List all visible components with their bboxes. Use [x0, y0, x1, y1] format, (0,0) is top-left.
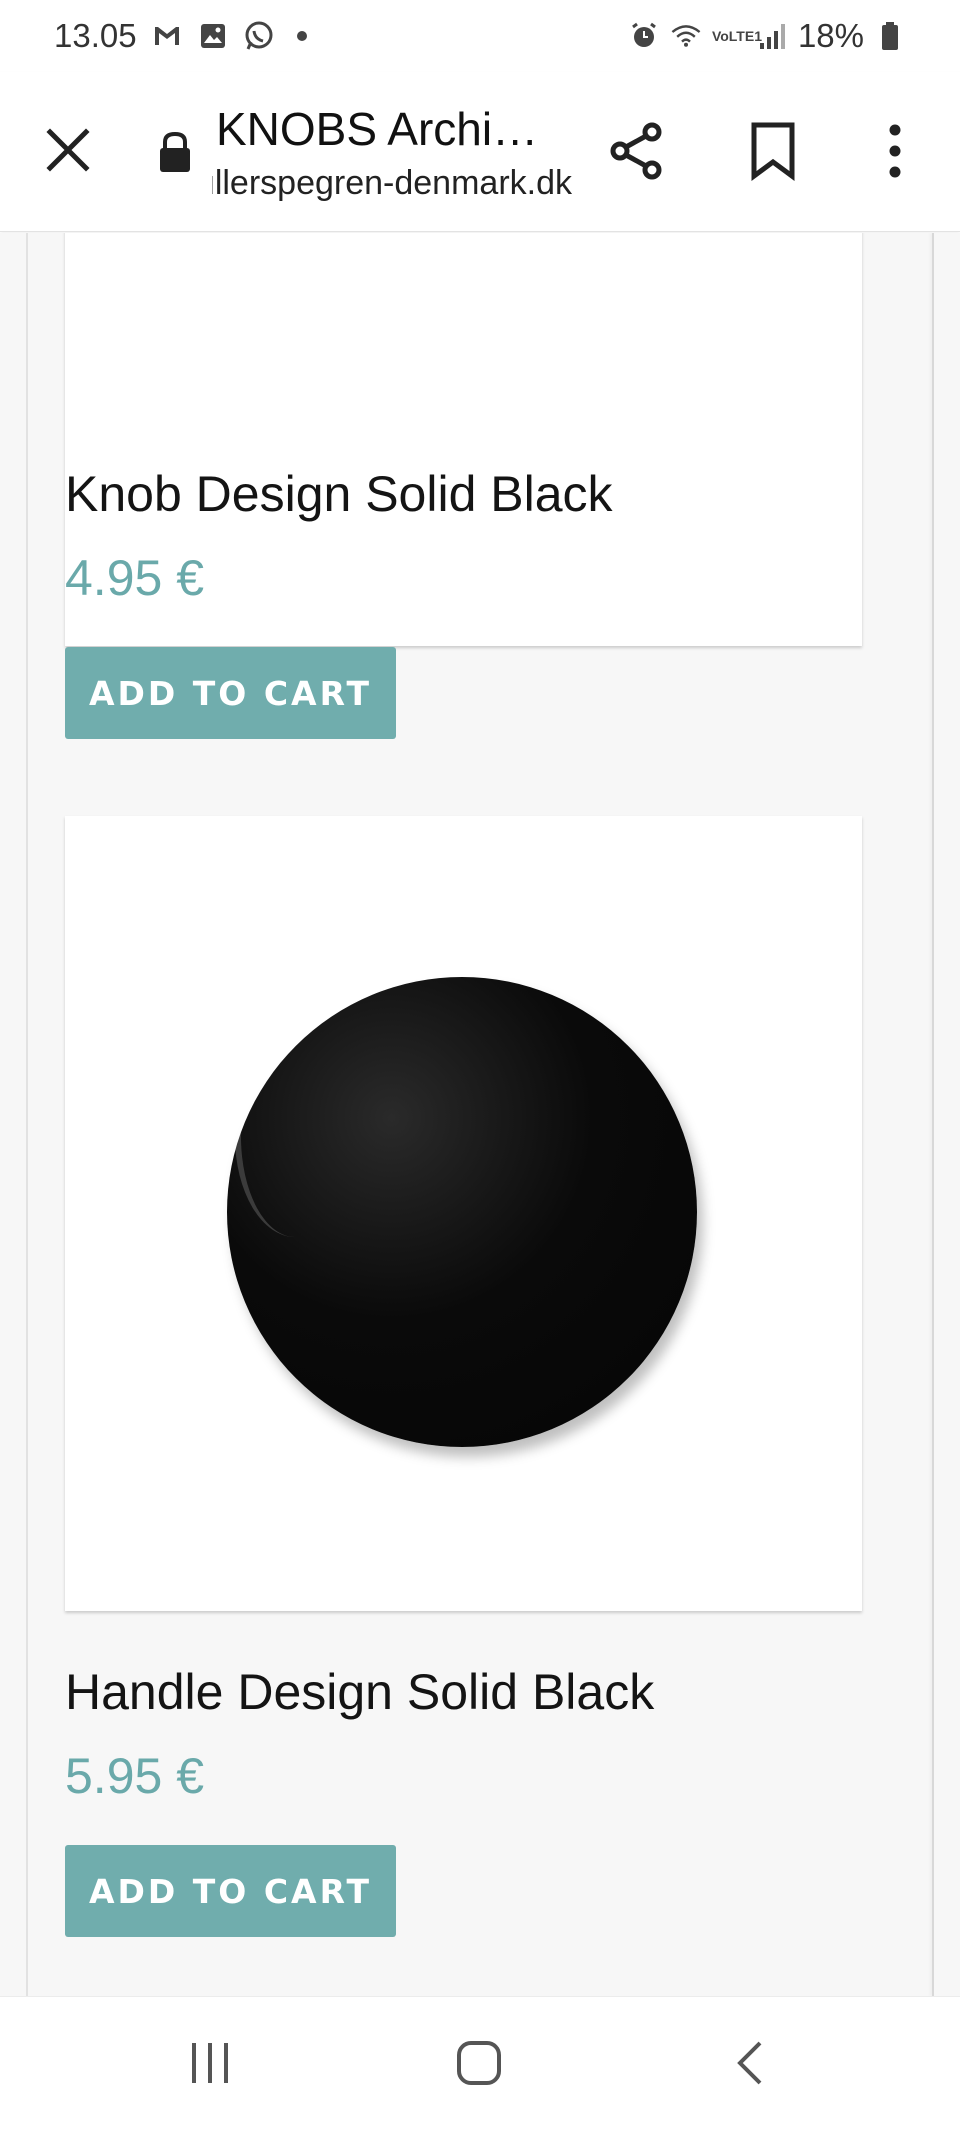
page-url[interactable]: mullerspegren-denmark.dk — [212, 164, 572, 203]
status-right: VoLTE1 18% — [628, 17, 906, 55]
network-label: VoLTE1 — [711, 28, 762, 44]
gmail-icon — [151, 20, 183, 52]
close-icon[interactable] — [40, 122, 96, 178]
more-icon[interactable] — [874, 120, 916, 182]
status-left: 13.05 — [54, 17, 307, 55]
system-nav-bar — [0, 1996, 960, 2133]
status-bar: 13.05 VoLTE1 18% — [0, 0, 960, 72]
page-edge-left — [0, 233, 28, 1996]
gallery-icon — [197, 20, 229, 52]
add-to-cart-button[interactable]: ADD TO CART — [65, 647, 396, 739]
page-title: KNOBS Archi… — [216, 103, 539, 155]
whatsapp-icon — [243, 20, 275, 52]
home-icon[interactable] — [455, 2039, 503, 2087]
status-time: 13.05 — [54, 17, 137, 54]
product-price: 5.95 € — [65, 1748, 205, 1804]
notification-dot-icon — [296, 31, 307, 41]
battery-icon — [874, 20, 906, 52]
battery-percent: 18% — [797, 17, 864, 54]
product-name[interactable]: Handle Design Solid Black — [65, 1663, 654, 1721]
lock-icon — [155, 130, 195, 174]
browser-toolbar: KNOBS Archi… mullerspegren-denmark.dk — [0, 72, 960, 232]
wifi-icon — [670, 20, 702, 52]
knob-highlight — [235, 1037, 355, 1237]
black-knob-image — [227, 977, 697, 1447]
alarm-icon — [628, 20, 660, 52]
page-content[interactable]: Knob Design Solid Black 4.95 € ADD TO CA… — [0, 233, 960, 1996]
product-image-card[interactable] — [65, 816, 862, 1611]
back-icon[interactable] — [730, 2039, 770, 2087]
add-to-cart-button[interactable]: ADD TO CART — [65, 1845, 396, 1937]
signal-icon — [756, 20, 788, 52]
recents-icon[interactable] — [186, 2039, 234, 2087]
share-icon[interactable] — [606, 120, 668, 182]
product-price: 4.95 € — [65, 550, 205, 606]
bookmark-icon[interactable] — [748, 120, 798, 182]
page-edge-right — [932, 233, 960, 1996]
product-name[interactable]: Knob Design Solid Black — [65, 465, 613, 523]
